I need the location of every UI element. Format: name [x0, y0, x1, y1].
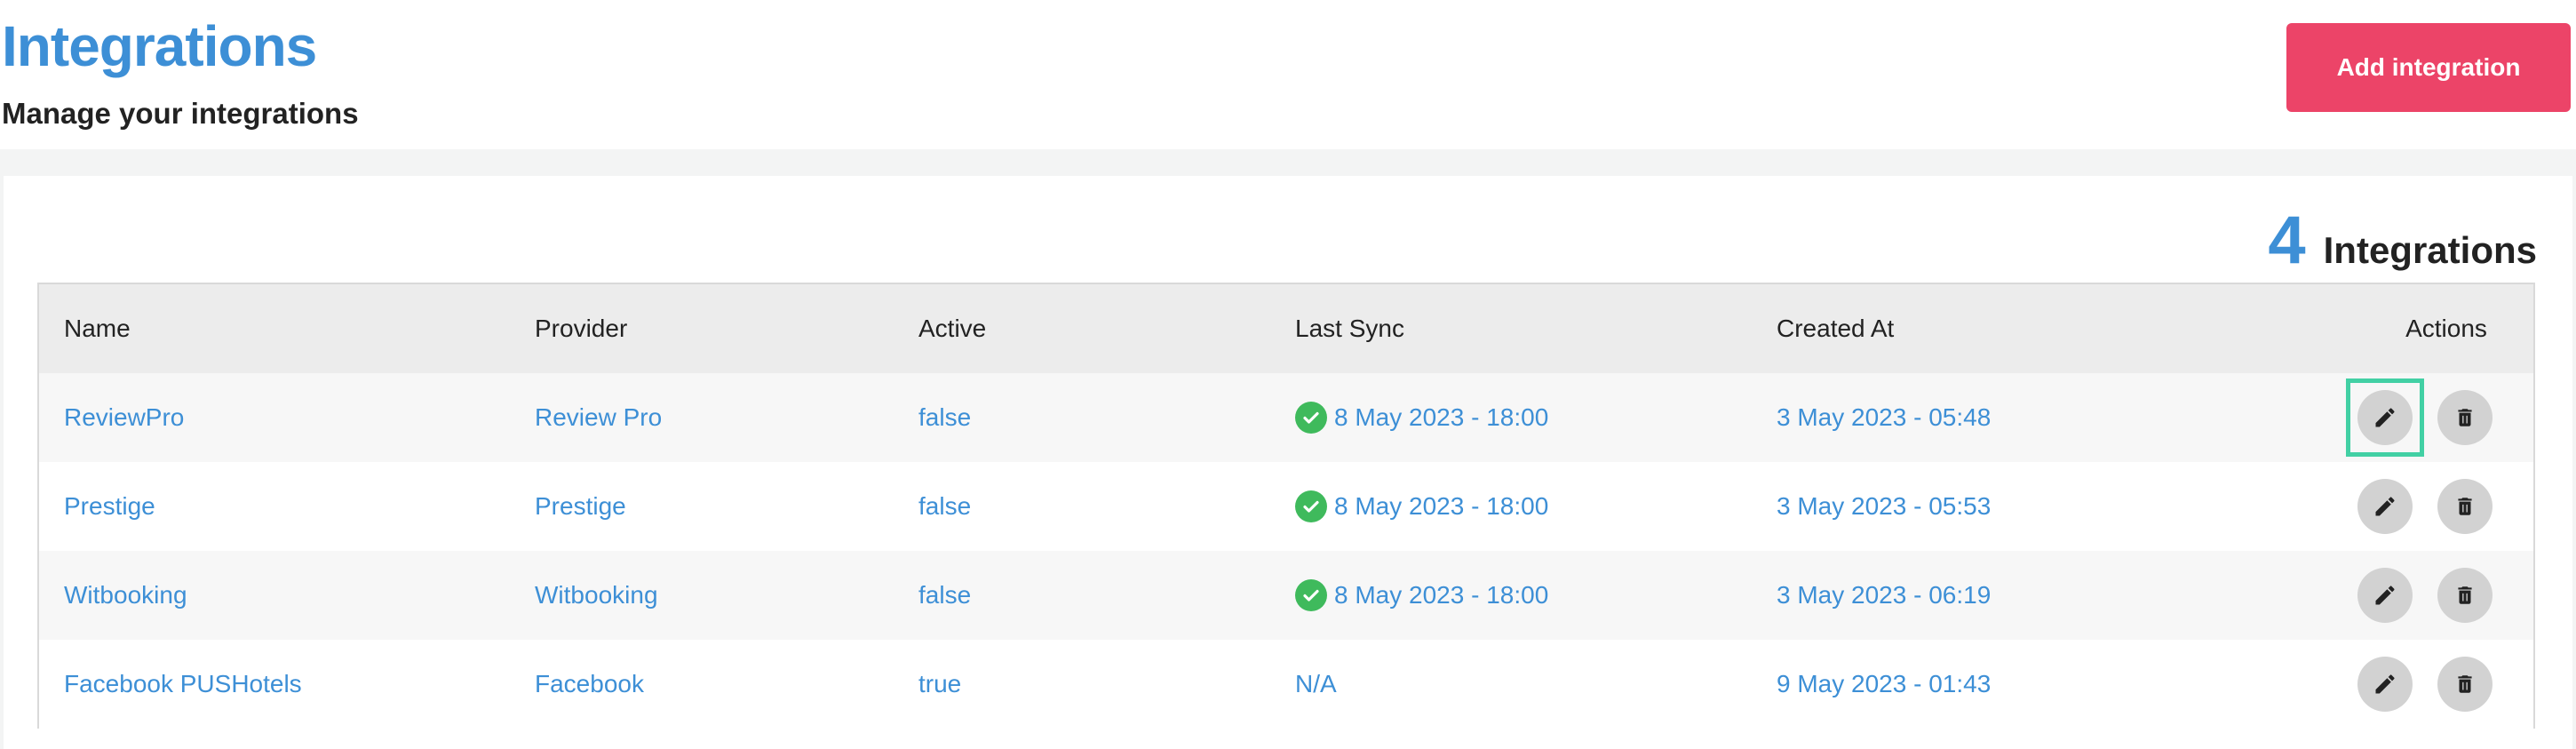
- column-header-created-at[interactable]: Created At: [1777, 311, 1894, 347]
- row-actions: [2346, 378, 2493, 457]
- delete-button[interactable]: [2437, 390, 2493, 445]
- integration-name-link[interactable]: Prestige: [64, 489, 155, 524]
- row-actions: [2357, 568, 2493, 623]
- edit-button[interactable]: [2357, 390, 2413, 445]
- integration-created-at[interactable]: 3 May 2023 - 06:19: [1777, 578, 1991, 613]
- column-header-last-sync[interactable]: Last Sync: [1295, 311, 1404, 347]
- add-integration-button[interactable]: Add integration: [2286, 23, 2571, 112]
- check-circle-icon: [1295, 490, 1327, 522]
- column-header-active[interactable]: Active: [918, 311, 986, 347]
- column-header-provider[interactable]: Provider: [535, 311, 627, 347]
- integration-last-sync[interactable]: N/A: [1295, 666, 1337, 702]
- row-actions: [2357, 657, 2493, 712]
- table-row: ReviewPro Review Pro false 8 May 2023 - …: [39, 373, 2533, 462]
- integrations-count-number: 4: [2268, 203, 2306, 278]
- integration-provider-link[interactable]: Facebook: [535, 666, 644, 702]
- table-row: Prestige Prestige false 8 May 2023 - 18:…: [39, 462, 2533, 551]
- integration-active-value[interactable]: false: [918, 400, 971, 435]
- integration-name-link[interactable]: Facebook PUSHotels: [64, 666, 302, 702]
- last-sync-value: 8 May 2023 - 18:00: [1334, 403, 1549, 431]
- edit-button[interactable]: [2357, 479, 2413, 534]
- integration-name-link[interactable]: Witbooking: [64, 578, 187, 613]
- column-header-name[interactable]: Name: [64, 311, 131, 347]
- last-sync-value: 8 May 2023 - 18:00: [1334, 581, 1549, 609]
- pencil-icon: [2375, 586, 2395, 605]
- integration-active-value[interactable]: true: [918, 666, 961, 702]
- trash-icon: [2458, 498, 2472, 515]
- integrations-table: Name Provider Active Last Sync Created A…: [37, 283, 2535, 729]
- integration-provider-link[interactable]: Review Pro: [535, 400, 662, 435]
- edit-button[interactable]: [2357, 657, 2413, 712]
- integration-created-at[interactable]: 3 May 2023 - 05:53: [1777, 489, 1991, 524]
- table-header: Name Provider Active Last Sync Created A…: [39, 284, 2533, 373]
- integration-active-value[interactable]: false: [918, 578, 971, 613]
- integration-last-sync[interactable]: 8 May 2023 - 18:00: [1295, 489, 1548, 524]
- pencil-icon: [2375, 674, 2395, 694]
- integration-active-value[interactable]: false: [918, 489, 971, 524]
- table-row: Witbooking Witbooking false 8 May 2023 -…: [39, 551, 2533, 640]
- trash-icon: [2458, 675, 2472, 693]
- integration-name-link[interactable]: ReviewPro: [64, 400, 184, 435]
- last-sync-value: 8 May 2023 - 18:00: [1334, 492, 1549, 520]
- pencil-icon: [2375, 408, 2395, 427]
- integration-provider-link[interactable]: Witbooking: [535, 578, 658, 613]
- integration-last-sync[interactable]: 8 May 2023 - 18:00: [1295, 400, 1548, 435]
- integration-created-at[interactable]: 9 May 2023 - 01:43: [1777, 666, 1991, 702]
- table-row: Facebook PUSHotels Facebook true N/A 9 M…: [39, 640, 2533, 729]
- integrations-count: 4 Integrations: [2268, 201, 2537, 291]
- integration-created-at[interactable]: 3 May 2023 - 05:48: [1777, 400, 1991, 435]
- integration-last-sync[interactable]: 8 May 2023 - 18:00: [1295, 578, 1548, 613]
- check-circle-icon: [1295, 402, 1327, 434]
- page-subtitle: Manage your integrations: [2, 97, 359, 130]
- page-title: Integrations: [2, 14, 317, 78]
- check-circle-icon: [1295, 579, 1327, 611]
- page-header: Integrations Manage your integrations Ad…: [0, 0, 2576, 149]
- delete-button[interactable]: [2437, 479, 2493, 534]
- column-header-actions: Actions: [2405, 315, 2487, 342]
- edit-button[interactable]: [2357, 568, 2413, 623]
- integration-provider-link[interactable]: Prestige: [535, 489, 626, 524]
- delete-button[interactable]: [2437, 657, 2493, 712]
- edit-button-focus-ring: [2346, 378, 2424, 457]
- trash-icon: [2458, 586, 2472, 604]
- pencil-icon: [2375, 497, 2395, 516]
- last-sync-value: N/A: [1295, 670, 1337, 697]
- delete-button[interactable]: [2437, 568, 2493, 623]
- integrations-count-label: Integrations: [2323, 229, 2537, 271]
- trash-icon: [2458, 409, 2472, 426]
- row-actions: [2357, 479, 2493, 534]
